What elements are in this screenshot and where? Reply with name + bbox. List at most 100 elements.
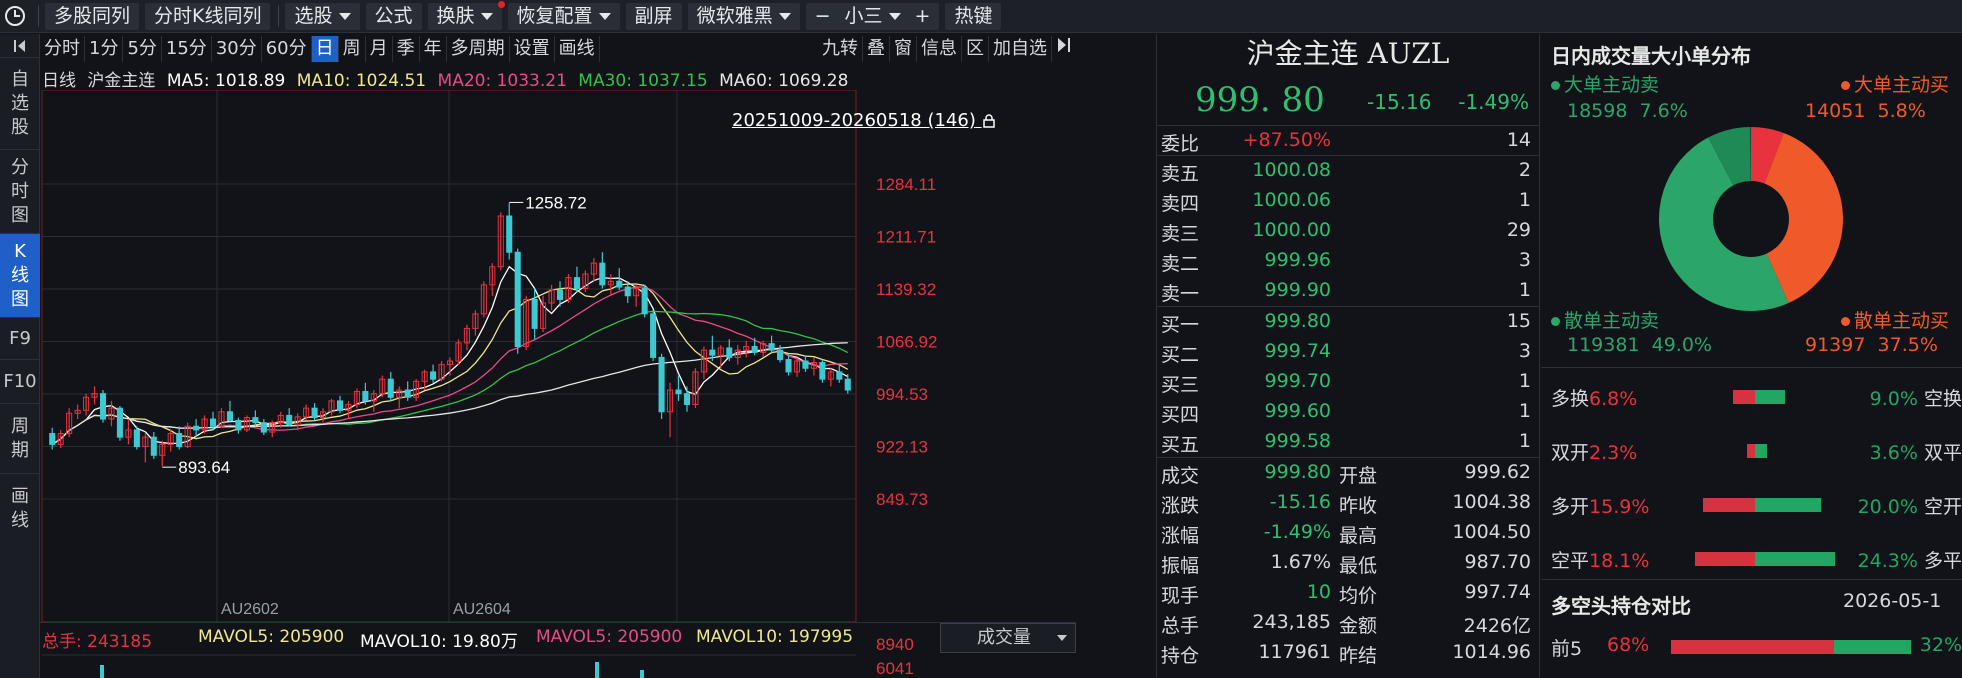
period-tab-day[interactable]: 日 — [311, 36, 339, 62]
volume-indicator-select[interactable]: 成交量 — [940, 623, 1076, 653]
candle — [370, 390, 377, 412]
period-tab-15min[interactable]: 15分 — [162, 36, 212, 62]
chevron-down-icon[interactable] — [888, 12, 901, 20]
candle — [116, 405, 123, 441]
ask-row-3[interactable]: 卖三 1000.00 29 — [1157, 216, 1539, 246]
formula-button[interactable]: 公式 — [365, 2, 422, 30]
small-sell-value: 119381 — [1567, 334, 1640, 356]
window-button[interactable]: 窗 — [890, 36, 917, 62]
small-sell-label: 散单主动卖 — [1564, 310, 1660, 332]
bid-row-4[interactable]: 买四 999.60 1 — [1157, 397, 1539, 427]
bid-row-5[interactable]: 买五 999.58 1 — [1157, 427, 1539, 457]
ask-row-4[interactable]: 卖四 1000.06 1 — [1157, 186, 1539, 216]
skin-dropdown[interactable]: 换肤 — [427, 0, 505, 30]
candle — [150, 432, 157, 459]
price-change: -15.16 — [1367, 90, 1432, 114]
font-size-control[interactable]: − 小三 + — [805, 2, 940, 30]
ma-legend-name: 沪金主连 — [87, 71, 156, 91]
volume-bar — [640, 670, 644, 678]
expand-right-icon[interactable] — [1052, 36, 1076, 62]
bid-row-1[interactable]: 买一 999.80 15 — [1157, 307, 1539, 337]
stat-row: 成交 999.80 开盘 999.62 — [1157, 458, 1539, 488]
stat-row: 总手 243,185 金额 2426亿 — [1157, 608, 1539, 638]
legend-dot — [1841, 81, 1850, 90]
candle — [785, 353, 792, 376]
period-tab-year[interactable]: 年 — [420, 36, 447, 62]
candle — [819, 359, 826, 383]
flow-bar-red — [1732, 390, 1755, 404]
period-tab-60min[interactable]: 60分 — [262, 36, 312, 62]
mavol10-a: MAVOL10: 19.80万 — [360, 632, 518, 652]
info-button[interactable]: 信息 — [917, 36, 962, 62]
ma20-label: MA20: 1033.21 — [437, 71, 567, 91]
multi-stock-column-button[interactable]: 多股同列 — [45, 2, 140, 30]
divider — [1541, 367, 1962, 368]
collapse-left-icon[interactable] — [0, 34, 40, 58]
flow-bar-red — [1747, 444, 1755, 458]
nav-kline[interactable]: K线图 — [0, 234, 40, 318]
ask-row-5[interactable]: 卖五 1000.08 2 — [1157, 156, 1539, 186]
stock-picker-dropdown[interactable]: 选股 — [285, 2, 360, 30]
clock-icon[interactable] — [0, 0, 30, 33]
candle — [362, 382, 369, 405]
bid-row-1-volume: 15 — [1506, 310, 1531, 332]
period-tab-week[interactable]: 周 — [339, 36, 366, 62]
bid-row-2[interactable]: 买二 999.74 3 — [1157, 337, 1539, 367]
left-vertical-nav: 自选股 分时图 K线图 F9 F10 周期 画线 — [0, 34, 40, 678]
draw-line-button[interactable]: 画线 — [555, 36, 600, 62]
font-family-dropdown[interactable]: 微软雅黑 — [687, 2, 800, 30]
x-tick-label: AU2604 — [453, 601, 511, 618]
bid-row-4-label: 买四 — [1161, 404, 1200, 426]
stat-value: -15.16 — [1269, 491, 1331, 513]
date-range-label[interactable]: 20251009-20260518 (146) — [732, 110, 996, 131]
nav-f9[interactable]: F9 — [0, 318, 40, 360]
settings-button[interactable]: 设置 — [510, 36, 555, 62]
region-button[interactable]: 区 — [962, 36, 989, 62]
period-tab-30min[interactable]: 30分 — [212, 36, 262, 62]
small-sell-pct: 49.0% — [1651, 334, 1712, 356]
legend-dot — [1551, 81, 1560, 90]
stat-label: 涨跌 — [1161, 495, 1200, 517]
font-size-label: 小三 — [844, 4, 883, 27]
nav-f10[interactable]: F10 — [0, 360, 40, 404]
y-tick-label: 1139.32 — [876, 280, 936, 299]
nav-draw[interactable]: 画线 — [0, 474, 40, 544]
lock-icon[interactable] — [982, 114, 996, 128]
period-tab-intraday[interactable]: 分时 — [40, 36, 85, 62]
period-tab-1min[interactable]: 1分 — [85, 36, 124, 62]
candle — [463, 324, 470, 351]
candle — [683, 386, 691, 412]
candle — [159, 440, 166, 467]
intraday-kline-column-button[interactable]: 分时K线同列 — [145, 2, 271, 30]
period-tab-multi[interactable]: 多周期 — [447, 36, 510, 62]
nav-period[interactable]: 周期 — [0, 404, 40, 474]
small-buy-pct: 37.5% — [1877, 334, 1938, 356]
ask-row-3-volume: 29 — [1506, 219, 1531, 241]
period-tab-5min[interactable]: 5分 — [123, 36, 162, 62]
flow-bar-left-label: 双开2.3% — [1551, 442, 1638, 464]
bid-row-3[interactable]: 买三 999.70 1 — [1157, 367, 1539, 397]
overlay-button[interactable]: 叠 — [863, 36, 890, 62]
add-watchlist-button[interactable]: 加自选 — [989, 36, 1052, 62]
bid-row-3-price: 999.70 — [1264, 370, 1331, 392]
small-sell-legend: 散单主动卖 — [1551, 306, 1659, 333]
hotkey-button[interactable]: 热键 — [945, 2, 1002, 30]
nav-intraday[interactable]: 分时图 — [0, 150, 40, 234]
kline-chart[interactable]: 1284.11 1211.71 1139.32 1066.92 994.53 922.13… — [40, 90, 1076, 678]
period-tab-month[interactable]: 月 — [366, 36, 393, 62]
font-size-increase-button[interactable]: + — [915, 3, 931, 30]
ask-row-1-price: 999.90 — [1264, 279, 1331, 301]
candle — [74, 404, 81, 420]
candle — [641, 284, 648, 318]
restore-config-dropdown[interactable]: 恢复配置 — [507, 2, 620, 30]
ask-row-2[interactable]: 卖二 999.96 3 — [1157, 246, 1539, 276]
ask-row-1-volume: 1 — [1518, 279, 1531, 301]
period-tab-quarter[interactable]: 季 — [393, 36, 420, 62]
candle — [108, 400, 115, 427]
secondary-screen-button[interactable]: 副屏 — [625, 2, 682, 30]
ask-row-2-label: 卖二 — [1161, 253, 1200, 275]
nine-turn-button[interactable]: 九转 — [818, 36, 863, 62]
ask-row-1[interactable]: 卖一 999.90 1 — [1157, 276, 1539, 306]
font-size-decrease-button[interactable]: − — [815, 3, 831, 30]
nav-watchlist[interactable]: 自选股 — [0, 58, 40, 150]
